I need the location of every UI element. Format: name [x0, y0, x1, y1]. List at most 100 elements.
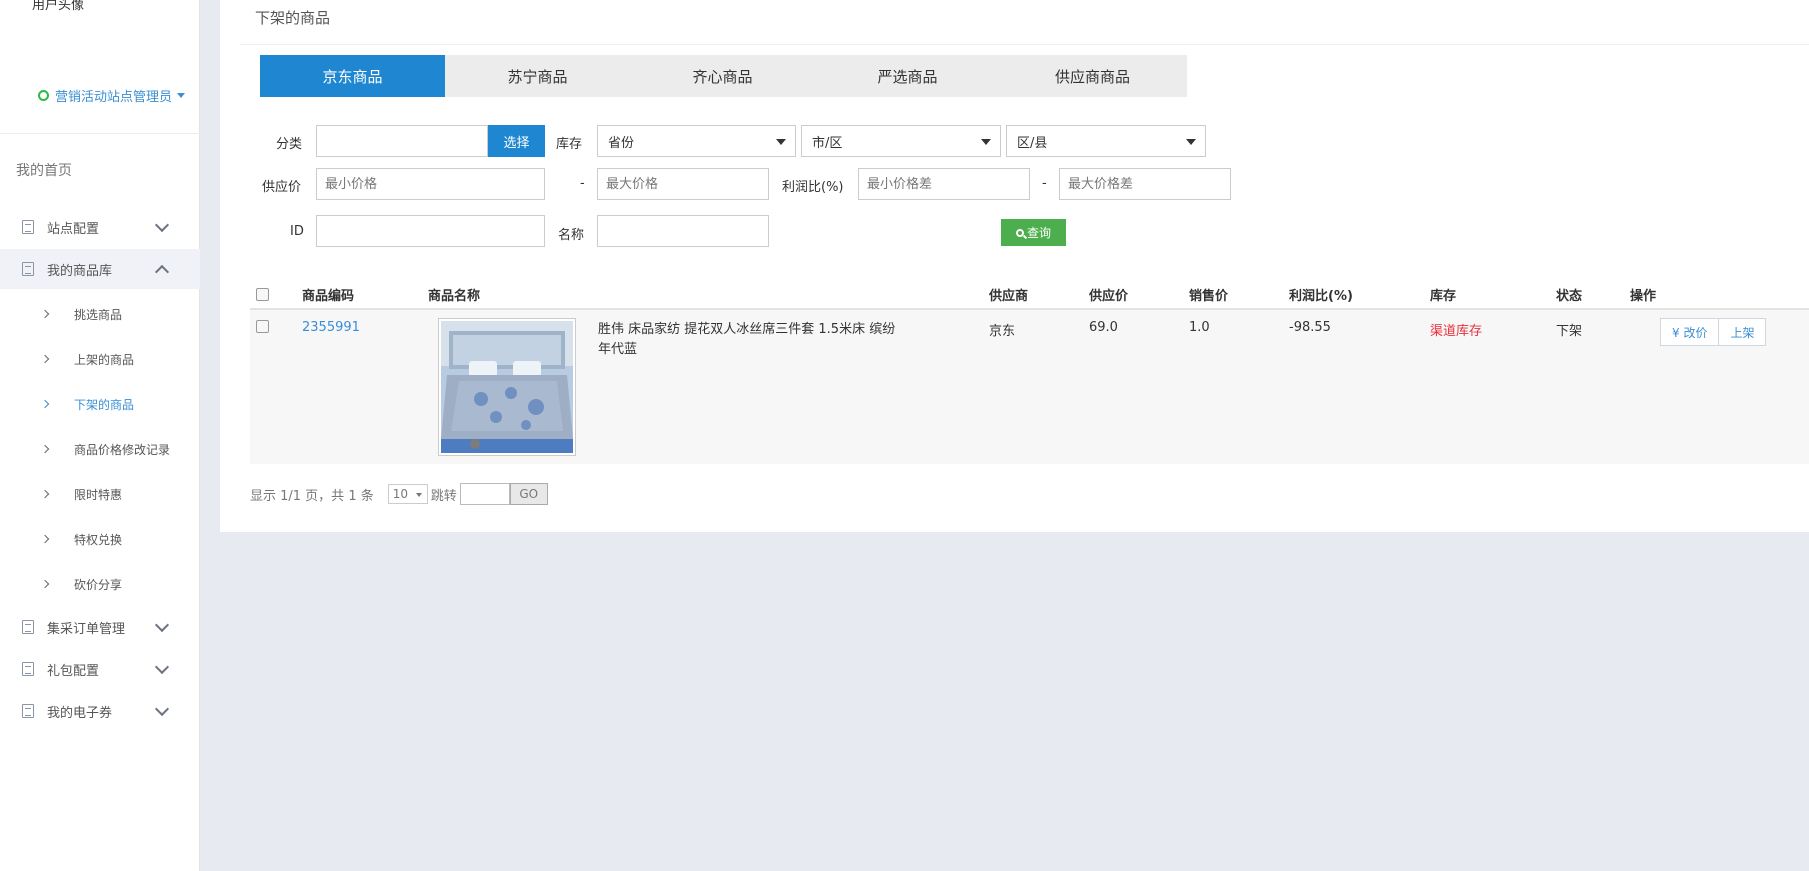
sidebar-group-my-products[interactable]: 我的商品库: [0, 249, 200, 289]
table-header: 商品编码 商品名称 供应商 供应价 销售价 利润比(%) 库存 状态 操作: [250, 276, 1809, 310]
sidebar-group-ecoupons[interactable]: 我的电子券: [0, 691, 200, 731]
caret-down-icon: [177, 93, 186, 98]
district-value: 区/县: [1017, 135, 1048, 151]
document-icon: [22, 220, 34, 234]
pagination: 显示 1/1 页，共 1 条 10 跳转 GO: [250, 483, 548, 505]
go-button[interactable]: GO: [509, 483, 548, 505]
tab-jd[interactable]: 京东商品: [260, 55, 445, 97]
user-name-cut: 用户头像: [32, 0, 85, 13]
document-icon: [22, 662, 34, 676]
sidebar-item-label: 下架的商品: [74, 397, 135, 412]
change-price-button[interactable]: ¥ 改价: [1660, 318, 1720, 346]
sidebar-item-pick-products[interactable]: 挑选商品: [0, 299, 200, 329]
name-input[interactable]: [597, 215, 769, 247]
city-value: 市/区: [812, 135, 843, 151]
col-sale-price: 销售价: [1189, 289, 1229, 304]
sidebar-item-label: 特权兑换: [74, 532, 123, 547]
sidebar-item-label: 限时特惠: [74, 487, 123, 502]
sidebar-group-site-config[interactable]: 站点配置: [0, 207, 200, 247]
chevron-right-icon: [40, 399, 50, 409]
col-status: 状态: [1556, 289, 1583, 304]
max-diff-input[interactable]: [1059, 168, 1231, 200]
sidebar-item-label: 砍价分享: [74, 577, 123, 592]
page-size-value: 10: [392, 487, 409, 501]
document-icon: [22, 620, 34, 634]
district-select[interactable]: 区/县: [1006, 125, 1206, 157]
supply-price-label: 供应价: [262, 180, 302, 195]
col-supply-price: 供应价: [1089, 289, 1129, 304]
chevron-right-icon: [40, 354, 50, 364]
chevron-up-icon: [154, 264, 170, 280]
query-label: 查询: [1026, 226, 1051, 240]
jump-label: 跳转: [430, 488, 457, 504]
profit-value: -98.55: [1289, 320, 1331, 335]
table-row: 2355991 胜伟 床品家纺 提花双人冰丝席三件套 1.5米床 缤纷年代蓝 京…: [250, 310, 1809, 464]
role-label: 营销活动站点管理员: [55, 90, 173, 105]
select-all-checkbox[interactable]: [256, 288, 269, 301]
put-on-shelf-button[interactable]: 上架: [1719, 318, 1767, 346]
product-source-tabs: 京东商品 苏宁商品 齐心商品 严选商品 供应商商品: [260, 55, 1187, 97]
chevron-right-icon: [40, 534, 50, 544]
sidebar-item-label: 挑选商品: [74, 307, 123, 322]
document-icon: [22, 262, 34, 276]
sidebar-group-label: 礼包配置: [47, 663, 100, 679]
city-select[interactable]: 市/区: [801, 125, 1001, 157]
main-panel: 下架的商品 京东商品 苏宁商品 齐心商品 严选商品 供应商商品 分类 选择 库存…: [220, 0, 1809, 532]
chevron-down-icon: [154, 217, 170, 233]
page-title: 下架的商品: [255, 9, 331, 27]
max-price-input[interactable]: [597, 168, 769, 200]
chevron-right-icon: [40, 309, 50, 319]
sidebar-group-label: 集采订单管理: [47, 621, 126, 637]
sidebar-divider: [0, 133, 200, 134]
caret-down-icon: [1186, 139, 1196, 145]
min-diff-input[interactable]: [858, 168, 1030, 200]
chevron-right-icon: [40, 579, 50, 589]
name-label: 名称: [558, 228, 585, 243]
sidebar-item-bargain-share[interactable]: 砍价分享: [0, 569, 200, 599]
category-input[interactable]: [316, 125, 488, 157]
chevron-down-icon: [154, 617, 170, 633]
col-stock: 库存: [1430, 289, 1457, 304]
stock-label: 库存: [556, 137, 583, 152]
sidebar-item-home[interactable]: 我的首页: [16, 160, 72, 180]
province-select[interactable]: 省份: [597, 125, 796, 157]
sidebar-item-label: 商品价格修改记录: [74, 442, 171, 457]
supply-price-value: 69.0: [1089, 320, 1118, 335]
id-input[interactable]: [316, 215, 545, 247]
profit-ratio-label: 利润比(%): [782, 180, 844, 195]
query-button[interactable]: 查询: [1001, 219, 1066, 246]
supplier-value: 京东: [989, 324, 1016, 339]
col-profit: 利润比(%): [1289, 289, 1353, 304]
role-dropdown[interactable]: 营销活动站点管理员: [38, 86, 186, 105]
pagination-summary: 显示 1/1 页，共 1 条: [250, 488, 374, 504]
product-thumbnail[interactable]: [438, 318, 576, 456]
tab-supplier[interactable]: 供应商商品: [1000, 55, 1185, 97]
caret-down-icon: [415, 493, 422, 497]
sidebar-group-gift-config[interactable]: 礼包配置: [0, 649, 200, 689]
chevron-right-icon: [40, 489, 50, 499]
sidebar-item-privilege-exchange[interactable]: 特权兑换: [0, 524, 200, 554]
jump-page-input[interactable]: [459, 483, 510, 505]
pick-category-button[interactable]: 选择: [488, 125, 545, 157]
page-size-select[interactable]: 10: [387, 484, 428, 504]
status-value: 下架: [1556, 324, 1583, 339]
caret-down-icon: [981, 139, 991, 145]
online-status-icon: [38, 90, 49, 101]
sidebar-group-label: 站点配置: [47, 221, 100, 237]
tab-yanxuan[interactable]: 严选商品: [815, 55, 1000, 97]
row-actions: ¥ 改价 上架: [1660, 318, 1767, 346]
col-supplier: 供应商: [989, 289, 1029, 304]
col-actions: 操作: [1630, 289, 1657, 304]
sidebar-item-flash-sale[interactable]: 限时特惠: [0, 479, 200, 509]
sidebar-item-on-shelf[interactable]: 上架的商品: [0, 344, 200, 374]
tab-suning[interactable]: 苏宁商品: [445, 55, 630, 97]
sidebar-item-off-shelf[interactable]: 下架的商品: [0, 389, 200, 419]
sidebar-item-price-log[interactable]: 商品价格修改记录: [0, 434, 200, 464]
row-checkbox[interactable]: [256, 320, 269, 333]
sidebar-group-bulk-orders[interactable]: 集采订单管理: [0, 607, 200, 647]
sidebar-item-label: 上架的商品: [74, 352, 135, 367]
tab-qixin[interactable]: 齐心商品: [630, 55, 815, 97]
product-code-link[interactable]: 2355991: [302, 320, 360, 335]
min-price-input[interactable]: [316, 168, 545, 200]
caret-down-icon: [776, 139, 786, 145]
